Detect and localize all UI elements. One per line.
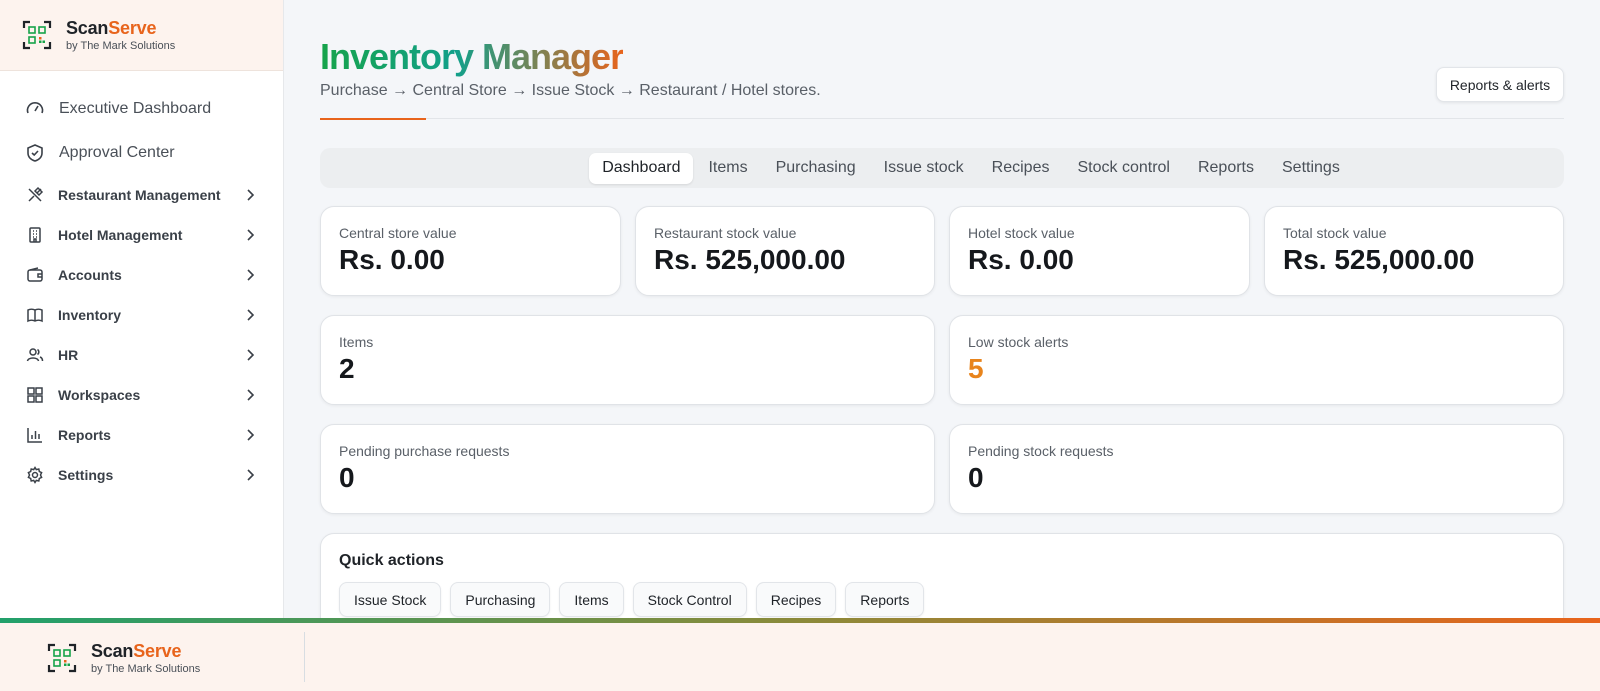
page-title: Inventory Manager [320,36,624,77]
tab-recipes[interactable]: Recipes [979,153,1063,184]
shield-check-icon [25,143,45,163]
items-card: Items 2 [320,315,935,405]
stat-value: 5 [968,353,984,384]
grid-icon [25,385,45,405]
sidebar-item-label: Settings [58,467,114,483]
sidebar-item-executive-dashboard[interactable]: Executive Dashboard [0,87,283,131]
title-accent-bar [320,118,426,120]
quick-action-items[interactable]: Items [559,582,624,617]
stat-label: Low stock alerts [968,334,1069,350]
stat-value: Rs. 0.00 [968,244,1074,275]
bar-chart-icon [25,425,45,445]
tab-dashboard[interactable]: Dashboard [589,152,694,184]
sidebar-item-label: Executive Dashboard [59,100,212,117]
hotel-stock-card: Hotel stock value Rs. 0.00 [949,206,1250,296]
chevron-right-icon [247,189,255,201]
footer [0,618,1600,691]
sidebar-item-label: Workspaces [58,387,141,403]
stat-label: Items [339,334,374,350]
stat-value: Rs. 525,000.00 [1283,244,1475,275]
building-icon [25,225,45,245]
pending-stock-card: Pending stock requests 0 [949,424,1564,514]
stat-label: Total stock value [1283,225,1387,241]
book-icon [25,305,45,325]
sidebar-item-label: Restaurant Management [58,187,221,203]
tab-purchasing[interactable]: Purchasing [763,153,869,184]
brand-name: ScanServe [66,18,157,38]
sidebar-item-workspaces[interactable]: Workspaces [0,375,283,415]
brand[interactable]: ScanServe by The Mark Solutions [0,0,283,71]
sidebar-item-label: Approval Center [59,144,175,161]
tab-stock-control[interactable]: Stock control [1064,153,1182,184]
stat-label: Restaurant stock value [654,225,797,241]
chevron-right-icon [247,349,255,361]
users-icon [25,345,45,365]
chevron-right-icon [247,469,255,481]
chevron-right-icon [247,429,255,441]
tab-items[interactable]: Items [695,153,760,184]
stat-value: 2 [339,353,355,384]
sidebar-nav: Executive Dashboard Approval Center Rest… [0,71,283,495]
title-divider [320,118,1564,119]
brand-subtitle: by The Mark Solutions [91,663,201,675]
tab-issue-stock[interactable]: Issue stock [871,153,977,184]
gauge-icon [25,99,45,119]
brand-subtitle: by The Mark Solutions [66,40,176,52]
stat-label: Pending stock requests [968,443,1114,459]
qr-logo-icon [22,20,52,50]
stat-label: Hotel stock value [968,225,1075,241]
low-stock-alerts-card: Low stock alerts 5 [949,315,1564,405]
stat-label: Pending purchase requests [339,443,510,459]
gear-icon [25,465,45,485]
quick-action-stock-control[interactable]: Stock Control [632,582,747,617]
sidebar-item-approval-center[interactable]: Approval Center [0,131,283,175]
stat-value: Rs. 0.00 [339,244,445,275]
sidebar-item-accounts[interactable]: Accounts [0,255,283,295]
quick-action-reports[interactable]: Reports [845,582,925,617]
sidebar-item-hr[interactable]: HR [0,335,283,375]
reports-alerts-button[interactable]: Reports & alerts [1436,67,1564,102]
stat-value: 0 [968,462,984,493]
restaurant-stock-card: Restaurant stock value Rs. 525,000.00 [635,206,935,296]
quick-action-issue-stock[interactable]: Issue Stock [339,582,442,617]
sidebar-item-reports[interactable]: Reports [0,415,283,455]
chevron-right-icon [247,269,255,281]
wallet-icon [25,265,45,285]
sidebar-item-label: HR [58,347,79,363]
page-subtitle: Purchase → Central Store → Issue Stock →… [320,82,821,99]
tab-settings[interactable]: Settings [1269,153,1353,184]
footer-brand[interactable]: ScanServe by The Mark Solutions [47,641,200,675]
utensils-icon [25,185,45,205]
stat-value: 0 [339,462,355,493]
qr-logo-icon [47,643,77,673]
stat-label: Central store value [339,225,457,241]
quick-action-purchasing[interactable]: Purchasing [450,582,551,617]
brand-name: ScanServe [91,641,182,661]
tab-bar: Dashboard Items Purchasing Issue stock R… [320,148,1564,188]
chevron-right-icon [247,389,255,401]
sidebar-item-settings[interactable]: Settings [0,455,283,495]
sidebar-item-label: Hotel Management [58,227,183,243]
chevron-right-icon [247,309,255,321]
tab-reports[interactable]: Reports [1185,153,1267,184]
sidebar-item-restaurant-management[interactable]: Restaurant Management [0,175,283,215]
central-store-card: Central store value Rs. 0.00 [320,206,621,296]
stat-value: Rs. 525,000.00 [654,244,846,275]
sidebar-item-label: Inventory [58,307,122,323]
sidebar-item-inventory[interactable]: Inventory [0,295,283,335]
sidebar-item-hotel-management[interactable]: Hotel Management [0,215,283,255]
footer-gradient-bar [0,618,1600,623]
footer-divider [304,632,305,682]
sidebar: ScanServe by The Mark Solutions Executiv… [0,0,284,622]
sidebar-item-label: Accounts [58,267,122,283]
quick-actions-title: Quick actions [339,552,444,569]
quick-action-recipes[interactable]: Recipes [755,582,837,617]
sidebar-item-label: Reports [58,427,111,443]
total-stock-card: Total stock value Rs. 525,000.00 [1264,206,1564,296]
chevron-right-icon [247,229,255,241]
pending-purchase-card: Pending purchase requests 0 [320,424,935,514]
